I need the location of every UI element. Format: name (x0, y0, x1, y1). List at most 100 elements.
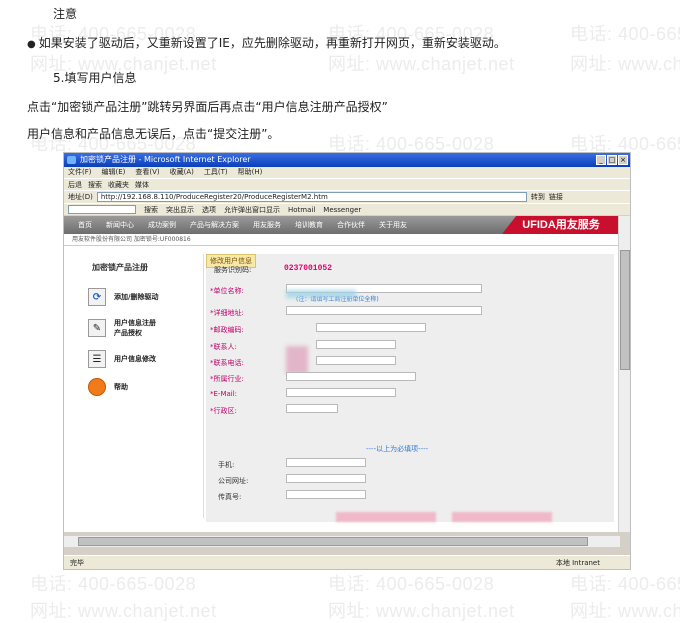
horizontal-scrollbar[interactable] (64, 535, 620, 547)
nav-about[interactable]: 关于用友 (379, 220, 407, 230)
nav-news[interactable]: 新闻中心 (106, 220, 134, 230)
sidebar-item-register[interactable]: ✎ 用户信息注册 产品授权 (88, 318, 156, 338)
instruction-paragraph-2: 用户信息和产品信息无误后，点击“提交注册”。 (27, 127, 280, 141)
web-page: 首页 新闻中心 成功案例 产品与解决方案 用友服务 培训教育 合作伙伴 关于用友… (64, 216, 620, 532)
toolbar: 后退 搜索 收藏夹 媒体 (64, 178, 630, 190)
nav-cases[interactable]: 成功案例 (148, 220, 176, 230)
status-bar: 完毕 本地 Intranet (64, 555, 630, 569)
field-label: 手机: (218, 461, 235, 469)
field-label: *单位名称: (210, 287, 244, 295)
ufida-logo: UFIDA用友服务 (502, 216, 620, 234)
links-button[interactable]: 链接 (549, 191, 563, 203)
watermark-phone: 电话: 400-665-0028 (570, 24, 680, 44)
close-icon[interactable]: × (618, 155, 628, 165)
go-button[interactable]: 转到 (531, 191, 545, 203)
contact-field[interactable] (316, 340, 396, 349)
toolbar-search-input[interactable] (68, 205, 136, 214)
postcode-field[interactable] (316, 323, 426, 332)
phone-field[interactable] (316, 356, 396, 365)
menu-view[interactable]: 查看(V) (135, 167, 159, 178)
nav-home[interactable]: 首页 (78, 220, 92, 230)
fax-field[interactable] (286, 490, 366, 499)
website-field[interactable] (286, 474, 366, 483)
watermark-phone: 电话: 400-665-0028 (30, 574, 197, 594)
scroll-thumb[interactable] (78, 537, 588, 546)
address-input[interactable]: http://192.168.8.110/ProduceRegister20/P… (96, 192, 527, 202)
sidebar-item-driver[interactable]: ⟳ 添加/删除驱动 (88, 288, 159, 306)
sidebar-item-label: 用户信息注册 产品授权 (114, 319, 156, 337)
sidebar-item-help[interactable]: 帮助 (88, 378, 128, 396)
field-label: *E-Mail: (210, 390, 238, 398)
email-field[interactable] (286, 388, 396, 397)
favorites-button[interactable]: 收藏夹 (108, 179, 129, 190)
form-area: 修改用户信息 服务识别码: 0237001052 *单位名称: (注：请填写工商… (206, 254, 614, 522)
required-separator: ----以上为必填项---- (366, 445, 429, 453)
back-button[interactable]: 后退 (68, 179, 82, 190)
sidebar-item-modify[interactable]: ☰ 用户信息修改 (88, 350, 156, 368)
menu-tools[interactable]: 工具(T) (204, 167, 228, 178)
blurred-region (286, 346, 308, 374)
search-button[interactable]: 搜索 (88, 179, 102, 190)
status-text: 完毕 (70, 559, 84, 567)
maximize-icon[interactable]: □ (607, 155, 617, 165)
submit-button-blurred[interactable] (336, 512, 436, 522)
window-title: 加密锁产品注册 - Microsoft Internet Explorer (80, 155, 251, 164)
nav-partners[interactable]: 合作伙伴 (337, 220, 365, 230)
watermark-site: 网址: www.chanjet.net (328, 54, 515, 74)
window-titlebar: 加密锁产品注册 - Microsoft Internet Explorer _ … (64, 153, 630, 167)
media-button[interactable]: 媒体 (135, 179, 149, 190)
address-bar: 地址(D) http://192.168.8.110/ProduceRegist… (64, 190, 630, 203)
field-label: 传真号: (218, 493, 242, 501)
security-zone: 本地 Intranet (555, 559, 600, 567)
options-button[interactable]: 选项 (202, 204, 216, 215)
industry-select[interactable] (286, 372, 416, 381)
field-label: 公司网址: (218, 477, 249, 485)
blurred-region (286, 290, 356, 298)
menu-favorites[interactable]: 收藏(A) (170, 167, 194, 178)
messenger-link[interactable]: Messenger (323, 204, 361, 215)
region-select[interactable] (286, 404, 338, 413)
watermark-phone: 电话: 400-665-0028 (570, 574, 680, 594)
left-panel: 加密锁产品注册 ⟳ 添加/删除驱动 ✎ 用户信息注册 产品授权 ☰ 用户信息修改… (70, 254, 204, 518)
nav-training[interactable]: 培训教育 (295, 220, 323, 230)
watermark-phone: 电话: 400-665-0028 (328, 574, 495, 594)
field-label: *详细地址: (210, 309, 244, 317)
note-heading: 注意 (53, 7, 78, 21)
help-icon (88, 378, 106, 396)
form-icon: ☰ (88, 350, 106, 368)
menu-bar: 文件(F) 编辑(E) 查看(V) 收藏(A) 工具(T) 帮助(H) (64, 167, 630, 178)
highlight-button[interactable]: 突出显示 (166, 204, 194, 215)
service-id-label: 服务识别码: (214, 266, 252, 274)
left-panel-title: 加密锁产品注册 (92, 263, 148, 272)
nav-service[interactable]: 用友服务 (253, 220, 281, 230)
vertical-scrollbar[interactable] (618, 216, 630, 532)
field-label: *联系人: (210, 343, 237, 351)
scroll-thumb[interactable] (620, 250, 630, 370)
step-heading: 5.填写用户信息 (53, 71, 137, 85)
address-field[interactable] (286, 306, 482, 315)
watermark-site: 网址: www.chanjet.net (30, 601, 217, 621)
menu-help[interactable]: 帮助(H) (238, 167, 263, 178)
nav-products[interactable]: 产品与解决方案 (190, 220, 239, 230)
mobile-field[interactable] (286, 458, 366, 467)
toolbar-search-button[interactable]: 搜索 (144, 204, 158, 215)
links-toolbar: 搜索 突出显示 选项 允许弹出窗口显示 Hotmail Messenger (64, 203, 630, 215)
ie-icon (67, 156, 76, 164)
menu-edit[interactable]: 编辑(E) (102, 167, 126, 178)
field-label: *行政区: (210, 407, 237, 415)
reset-button-blurred[interactable] (452, 512, 552, 522)
menu-file[interactable]: 文件(F) (68, 167, 92, 178)
popup-button[interactable]: 允许弹出窗口显示 (224, 204, 280, 215)
hotmail-link[interactable]: Hotmail (288, 204, 315, 215)
minimize-icon[interactable]: _ (596, 155, 606, 165)
sidebar-item-label: 用户信息修改 (114, 355, 156, 363)
company-subhead: 用友软件股份有限公司 加密锁号:UF000816 (64, 234, 620, 246)
sidebar-item-label: 帮助 (114, 383, 128, 391)
watermark-site: 网址: www.chanjet.net (570, 54, 680, 74)
pen-icon: ✎ (88, 319, 106, 337)
ie-screenshot: 加密锁产品注册 - Microsoft Internet Explorer _ … (63, 152, 631, 570)
refresh-icon: ⟳ (88, 288, 106, 306)
watermark-site: 网址: www.chanjet.net (328, 601, 515, 621)
site-nav: 首页 新闻中心 成功案例 产品与解决方案 用友服务 培训教育 合作伙伴 关于用友… (64, 216, 620, 234)
service-id-value: 0237001052 (284, 264, 333, 273)
